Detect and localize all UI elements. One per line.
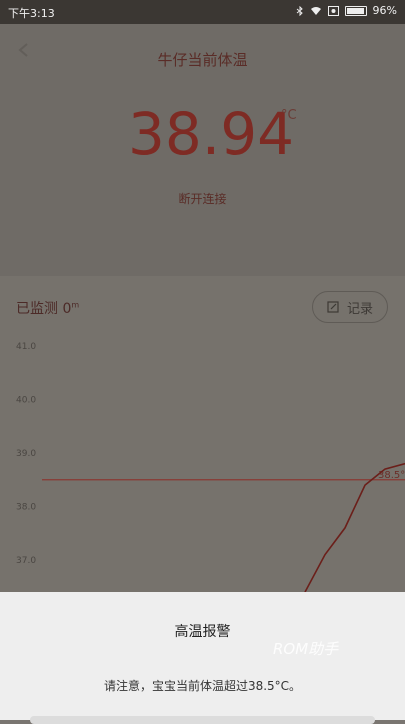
battery-icon xyxy=(344,5,367,16)
dialog-message: 请注意，宝宝当前体温超过38.5°C。 xyxy=(103,679,302,693)
chart-panel: 已监测 0m 记录 41.0 40.0 39.0 38.0 37.0 38.5° xyxy=(0,276,405,592)
status-bar: 下午3:13 96% xyxy=(0,0,405,24)
dialog-confirm-button[interactable] xyxy=(30,716,375,724)
dialog-title: 高温报警 xyxy=(174,624,231,640)
battery-level: 96% xyxy=(372,4,397,17)
temperature-unit: °C xyxy=(281,108,297,123)
status-icons: 96% xyxy=(296,4,397,17)
y-tick-label: 38.0 xyxy=(16,503,36,513)
high-temp-alert-dialog: 高温报警 请注意，宝宝当前体温超过38.5°C。 xyxy=(0,592,405,724)
temperature-panel: 牛仔当前体温 38.94 °C 断开连接 xyxy=(0,24,405,291)
status-time: 下午3:13 xyxy=(8,7,55,20)
watermark: ROM助手 xyxy=(273,640,339,658)
y-tick-label: 41.0 xyxy=(16,342,36,352)
screen-record-icon xyxy=(327,5,339,16)
bluetooth-icon xyxy=(296,5,303,16)
wifi-icon xyxy=(310,6,321,15)
page-title: 牛仔当前体温 xyxy=(157,51,248,69)
temperature-value: 38.94 xyxy=(128,100,295,168)
disconnect-button[interactable]: 断开连接 xyxy=(0,190,405,207)
temperature-display: 38.94 °C xyxy=(0,102,405,182)
temperature-series-line xyxy=(304,462,405,592)
y-tick-label: 37.0 xyxy=(16,556,36,566)
y-tick-label: 39.0 xyxy=(16,449,36,459)
temperature-chart: 41.040.039.038.037.038.5° xyxy=(16,342,405,592)
y-tick-label: 40.0 xyxy=(16,396,36,406)
